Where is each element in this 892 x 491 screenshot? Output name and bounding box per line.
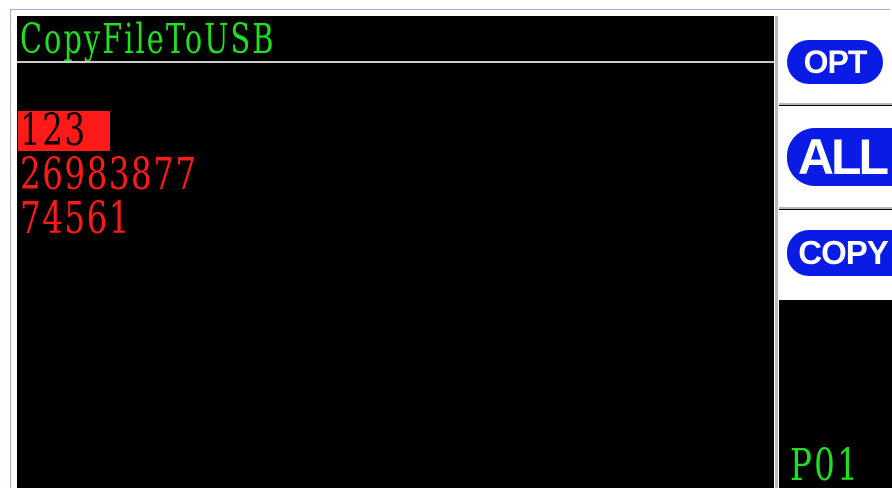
file-item[interactable]: 74561 xyxy=(20,197,260,241)
screen-title: CopyFileToUSB xyxy=(20,15,276,63)
side-panel: OPT ALL COPY xyxy=(779,16,892,488)
file-name: 74561 xyxy=(20,193,131,244)
file-list-screen: CopyFileToUSB 123 26983877 74561 xyxy=(17,16,774,488)
file-item[interactable]: 26983877 xyxy=(20,153,260,197)
select-all-button[interactable]: ALL xyxy=(779,106,892,209)
file-name: 26983877 xyxy=(20,149,198,200)
file-name: 123 xyxy=(20,105,87,156)
copy-button[interactable]: COPY xyxy=(779,210,892,300)
opt-button[interactable]: OPT xyxy=(779,16,892,105)
copy-button-label: COPY xyxy=(787,230,892,276)
all-button-label: ALL xyxy=(787,128,892,186)
panel-divider xyxy=(775,16,778,488)
opt-button-label: OPT xyxy=(787,40,883,84)
title-divider xyxy=(17,61,774,63)
file-list: 123 26983877 74561 xyxy=(18,105,260,241)
page-indicator: P01 xyxy=(790,440,860,491)
file-item-selected[interactable]: 123 xyxy=(18,105,260,156)
